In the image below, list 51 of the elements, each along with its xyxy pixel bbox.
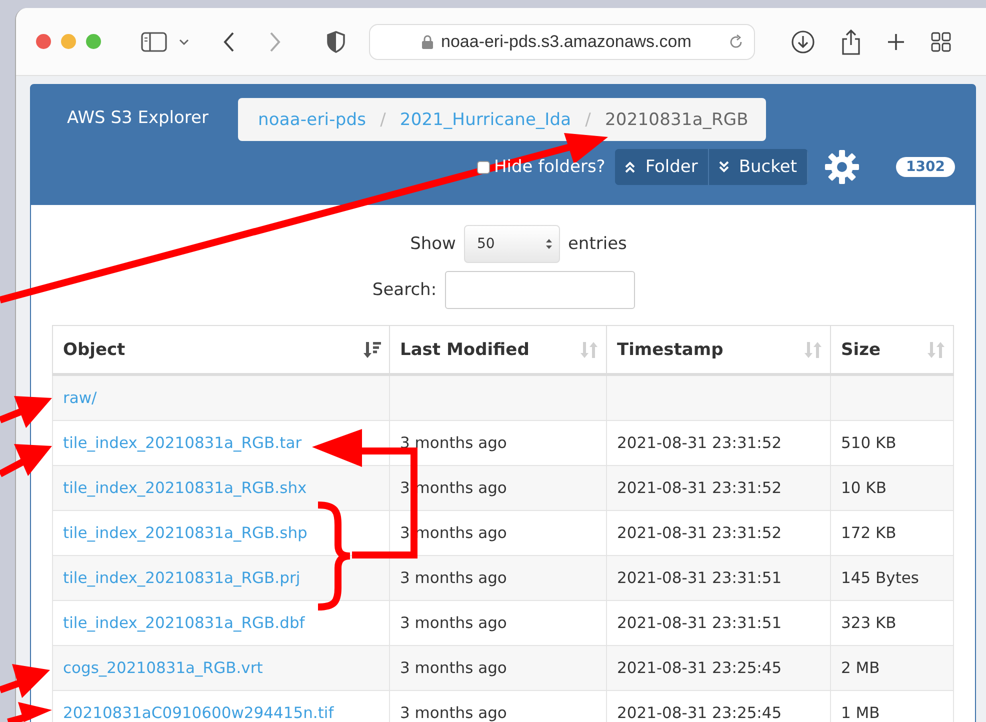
scope-button[interactable]: Folder	[615, 149, 709, 185]
object-link[interactable]: tile_index_20210831a_RGB.shp	[63, 524, 308, 542]
table-cell: 2 MB	[830, 646, 954, 690]
stepper-icon	[544, 238, 553, 250]
sidebar-icon[interactable]	[141, 32, 167, 52]
url-text: noaa-eri-pds.s3.amazonaws.com	[441, 32, 692, 52]
object-link[interactable]: tile_index_20210831a_RGB.tar	[63, 434, 302, 452]
table-cell: 2021-08-31 23:31:51	[606, 556, 830, 600]
checkbox[interactable]	[476, 160, 490, 174]
back-icon[interactable]	[223, 32, 235, 52]
table-cell: 2021-08-31 23:25:45	[606, 646, 830, 690]
download-icon[interactable]	[791, 30, 815, 54]
table-cell: 2021-08-31 23:31:52	[606, 466, 830, 510]
annotation-arrow	[0, 396, 52, 428]
object-link[interactable]: raw/	[63, 389, 97, 407]
double-chevron-down-icon	[718, 161, 729, 173]
object-link[interactable]: tile_index_20210831a_RGB.shx	[63, 479, 307, 497]
object-link[interactable]: tile_index_20210831a_RGB.dbf	[63, 614, 305, 632]
annotation-arrow	[0, 444, 52, 478]
entries-select[interactable]: 50	[464, 225, 560, 263]
table-cell: 145 Bytes	[830, 556, 954, 600]
annotation-arrow	[7, 702, 52, 722]
table-cell: 3 months ago	[390, 556, 606, 600]
table-cell: 3 months ago	[390, 646, 606, 690]
tabs-grid-icon[interactable]	[931, 32, 951, 52]
address-bar[interactable]: noaa-eri-pds.s3.amazonaws.com	[369, 24, 755, 60]
chevron-down-icon[interactable]	[179, 38, 189, 44]
reload-icon[interactable]	[728, 34, 744, 50]
object-link[interactable]: 20210831aC0910600w294415n.tif	[63, 704, 334, 722]
breadcrumb-link[interactable]: 2021_Hurricane_Ida	[400, 110, 572, 130]
entries-label: entries	[568, 234, 627, 254]
lock-icon	[422, 34, 433, 48]
plus-icon[interactable]	[887, 32, 905, 50]
double-chevron-up-icon	[625, 161, 636, 173]
search-field[interactable]	[444, 271, 635, 309]
shield-icon[interactable]	[327, 30, 345, 52]
annotation-arrow	[0, 664, 50, 698]
breadcrumb-separator: /	[380, 110, 386, 130]
app-title: AWS S3 Explorer	[67, 108, 210, 128]
breadcrumb-separator: /	[585, 110, 591, 130]
object-link[interactable]: cogs_20210831a_RGB.vrt	[63, 659, 263, 677]
breadcrumb-link[interactable]: 20210831a_RGB	[605, 110, 748, 130]
close-button[interactable]	[36, 34, 51, 49]
search-label: Search:	[372, 280, 437, 300]
show-label: Show	[410, 234, 456, 254]
object-count: 1302	[896, 157, 955, 177]
breadcrumb-link[interactable]: noaa-eri-pds	[258, 110, 366, 130]
object-link[interactable]: tile_index_20210831a_RGB.prj	[63, 569, 300, 587]
table-cell: 10 KB	[830, 466, 954, 510]
settings-icon[interactable]	[824, 149, 860, 185]
share-icon[interactable]	[841, 28, 861, 54]
